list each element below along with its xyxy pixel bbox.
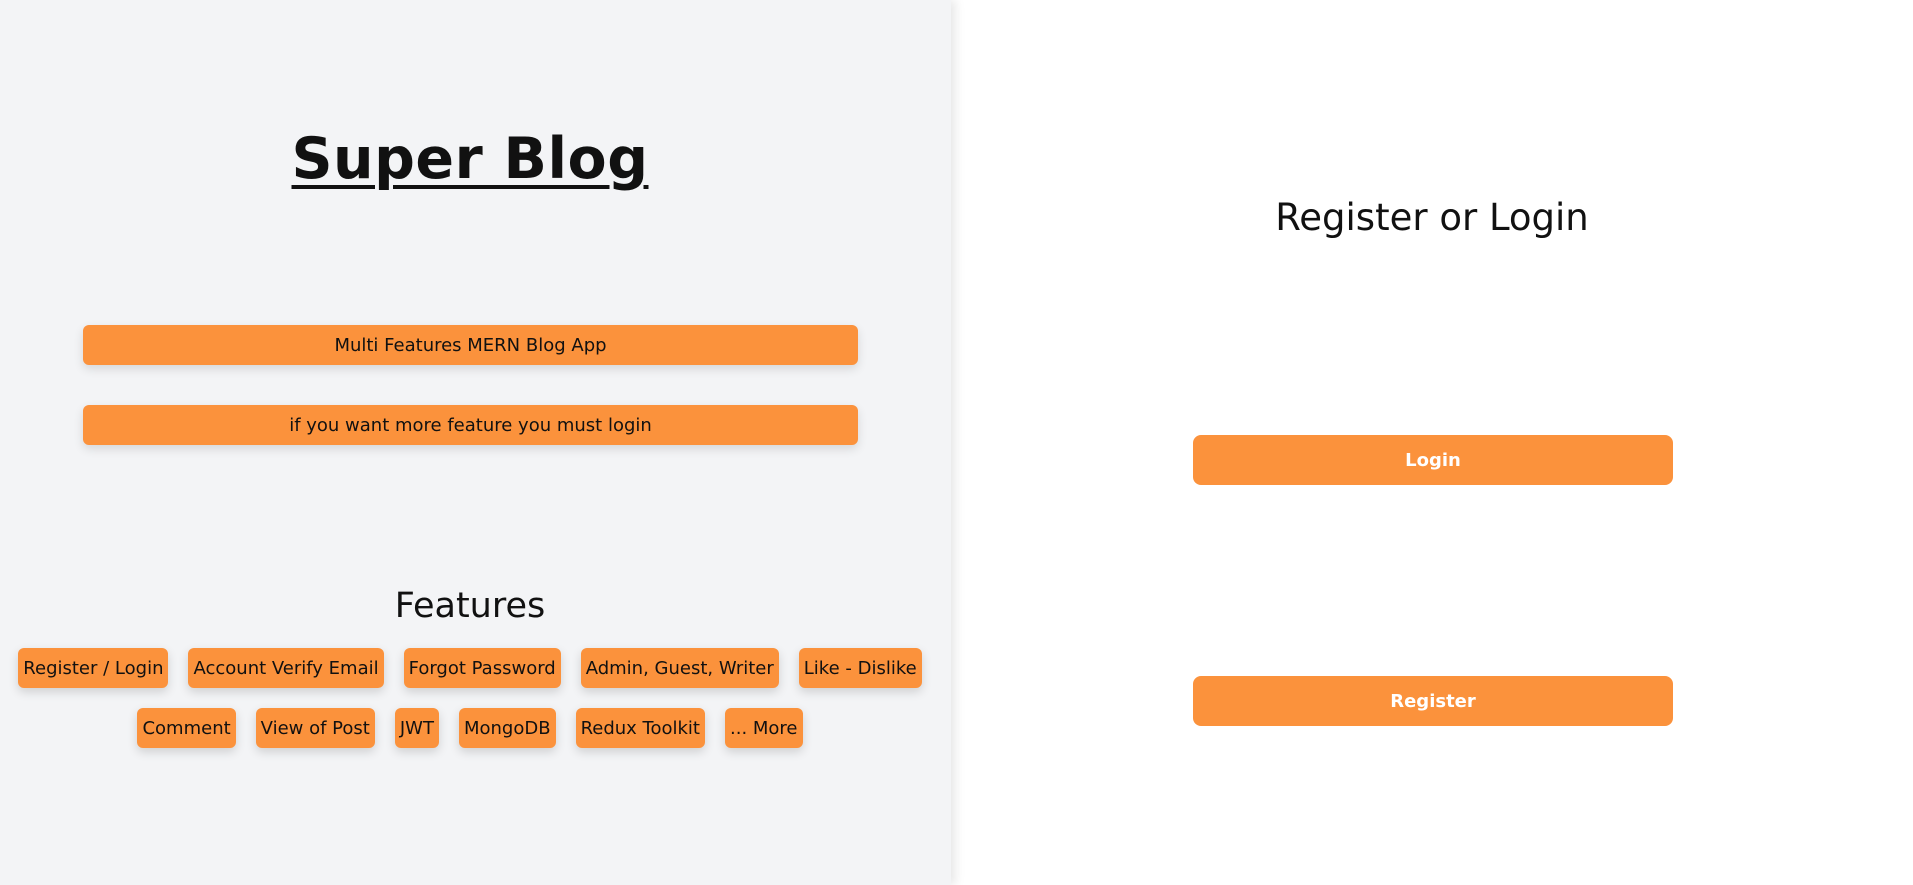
login-button[interactable]: Login [1193, 435, 1673, 485]
features-row-2: Comment View of Post JWT MongoDB Redux T… [0, 708, 940, 748]
intro-panel: Super Blog Multi Features MERN Blog App … [0, 0, 951, 885]
banner-app-description: Multi Features MERN Blog App [83, 325, 858, 365]
page: Super Blog Multi Features MERN Blog App … [0, 0, 1913, 885]
banner-login-hint: if you want more feature you must login [83, 405, 858, 445]
auth-heading: Register or Login [1275, 196, 1589, 239]
register-button[interactable]: Register [1193, 676, 1673, 726]
feature-chip: Redux Toolkit [575, 708, 705, 748]
feature-chip: MongoDB [458, 708, 556, 748]
feature-chip: Like - Dislike [798, 648, 922, 688]
feature-chip: Admin, Guest, Writer [580, 648, 779, 688]
site-title: Super Blog [291, 126, 649, 192]
feature-chip: JWT [394, 708, 439, 748]
feature-chip: ... More [725, 708, 803, 748]
feature-chip: Account Verify Email [188, 648, 384, 688]
auth-panel: Register or Login Login Register [951, 0, 1913, 885]
feature-chip: Register / Login [18, 648, 169, 688]
features-heading: Features [394, 586, 546, 626]
feature-chip: Forgot Password [403, 648, 561, 688]
feature-chip: Comment [137, 708, 236, 748]
features-row-1: Register / Login Account Verify Email Fo… [0, 648, 940, 688]
feature-chip: View of Post [255, 708, 375, 748]
